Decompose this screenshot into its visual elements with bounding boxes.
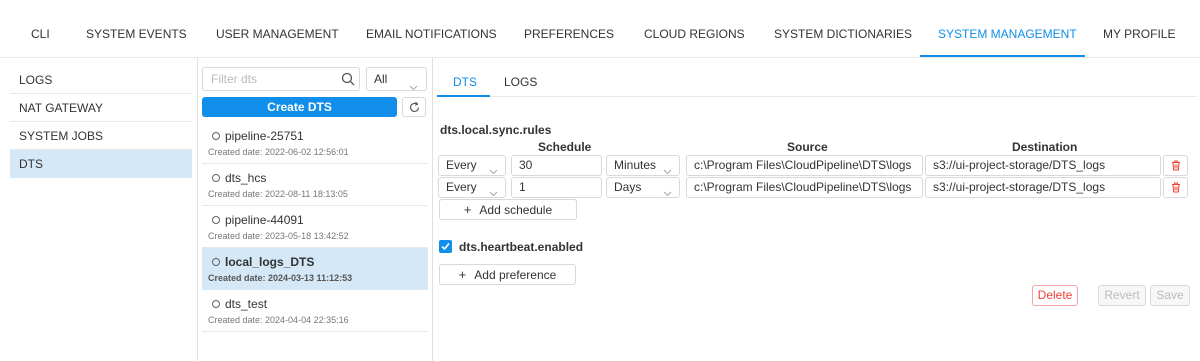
save-button[interactable]: Save <box>1150 285 1190 306</box>
sync-rules-title: dts.local.sync.rules <box>440 123 552 137</box>
status-circle-icon <box>212 174 220 182</box>
destination-input[interactable]: s3://ui-project-storage/DTS_logs <box>925 177 1161 198</box>
source-input[interactable]: c:\Program Files\CloudPipeline\DTS\logs <box>686 177 923 198</box>
active-subtab-indicator <box>437 95 490 97</box>
chevron-down-icon <box>409 76 418 98</box>
chevron-down-icon <box>663 162 672 175</box>
tab-dts[interactable]: DTS <box>453 75 477 89</box>
tab-system-events[interactable]: SYSTEM EVENTS <box>86 27 187 41</box>
status-circle-icon <box>212 216 220 224</box>
every-select-value: Every <box>446 158 477 172</box>
tab-cli[interactable]: CLI <box>31 27 50 41</box>
nav-item-dts[interactable]: DTS <box>10 150 192 178</box>
schedule-column-header: Schedule <box>538 140 592 154</box>
type-select-value: All <box>374 72 388 86</box>
delete-rule-button[interactable] <box>1163 177 1188 198</box>
search-icon[interactable] <box>341 72 355 86</box>
dts-name-text: dts_test <box>225 297 268 311</box>
delete-rule-button[interactable] <box>1163 155 1188 176</box>
dts-name-text: local_logs_DTS <box>225 255 315 269</box>
unit-select-value: Days <box>614 180 642 194</box>
heartbeat-checkbox[interactable] <box>439 240 452 253</box>
dts-name-text: pipeline-25751 <box>225 129 304 143</box>
active-tab-indicator <box>920 55 1085 57</box>
tab-cloud-regions[interactable]: CLOUD REGIONS <box>644 27 745 41</box>
sub-tabs: DTS LOGS <box>437 64 1197 97</box>
plus-icon: + <box>463 202 472 217</box>
chevron-down-icon <box>489 184 498 197</box>
interval-input[interactable]: 1 <box>511 177 602 198</box>
dts-list: pipeline-25751 Created date: 2022-06-02 … <box>202 122 428 332</box>
list-item[interactable]: pipeline-25751 Created date: 2022-06-02 … <box>202 122 428 164</box>
filter-input[interactable] <box>202 67 360 91</box>
divider <box>432 58 433 361</box>
list-item[interactable]: dts_hcs Created date: 2022-08-11 18:13:0… <box>202 164 428 206</box>
dts-created-date: Created date: 2024-04-04 22:35:16 <box>208 315 349 325</box>
add-schedule-button[interactable]: + Add schedule <box>439 199 577 220</box>
dts-created-date: Created date: 2022-08-11 18:13:05 <box>208 189 348 199</box>
dts-name: local_logs_DTS <box>212 255 314 269</box>
top-tabs: CLI SYSTEM EVENTS USER MANAGEMENT EMAIL … <box>0 0 1200 58</box>
unit-select[interactable]: Minutes <box>606 155 680 176</box>
nav-item-system-jobs[interactable]: SYSTEM JOBS <box>10 122 192 150</box>
every-select[interactable]: Every <box>438 155 506 176</box>
interval-input[interactable]: 30 <box>511 155 602 176</box>
unit-select-value: Minutes <box>614 158 657 172</box>
chevron-down-icon <box>489 162 498 175</box>
tab-system-management[interactable]: SYSTEM MANAGEMENT <box>938 27 1077 41</box>
tab-logs[interactable]: LOGS <box>504 75 537 89</box>
add-preference-button[interactable]: + Add preference <box>439 264 576 285</box>
type-select[interactable]: All <box>366 67 427 91</box>
chevron-down-icon <box>663 184 672 197</box>
dts-name: pipeline-44091 <box>212 213 304 227</box>
nav-item-nat-gateway[interactable]: NAT GATEWAY <box>10 94 192 122</box>
status-circle-icon <box>212 132 220 140</box>
dts-name: dts_hcs <box>212 171 266 185</box>
add-schedule-label: Add schedule <box>479 203 553 217</box>
list-item[interactable]: pipeline-44091 Created date: 2023-05-18 … <box>202 206 428 248</box>
destination-column-header: Destination <box>1012 140 1078 154</box>
tab-email-notifications[interactable]: EMAIL NOTIFICATIONS <box>366 27 497 41</box>
tab-preferences[interactable]: PREFERENCES <box>524 27 614 41</box>
delete-button[interactable]: Delete <box>1032 285 1078 306</box>
dts-name-text: pipeline-44091 <box>225 213 304 227</box>
dts-name-text: dts_hcs <box>225 171 267 185</box>
tab-user-management[interactable]: USER MANAGEMENT <box>216 27 339 41</box>
divider <box>197 58 198 361</box>
dts-created-date: Created date: 2022-06-02 12:56:01 <box>208 147 349 157</box>
refresh-button[interactable] <box>402 97 426 117</box>
dts-created-date: Created date: 2023-05-18 13:42:52 <box>208 231 349 241</box>
status-circle-icon <box>212 300 220 308</box>
every-select-value: Every <box>446 180 477 194</box>
dts-created-date: Created date: 2024-03-13 11:12:53 <box>208 273 353 283</box>
nav-item-logs[interactable]: LOGS <box>10 66 192 94</box>
list-item[interactable]: dts_test Created date: 2024-04-04 22:35:… <box>202 290 428 332</box>
status-circle-icon <box>212 258 220 266</box>
tab-my-profile[interactable]: MY PROFILE <box>1103 27 1175 41</box>
plus-icon: + <box>458 267 467 282</box>
unit-select[interactable]: Days <box>606 177 680 198</box>
source-column-header: Source <box>787 140 828 154</box>
source-input[interactable]: c:\Program Files\CloudPipeline\DTS\logs <box>686 155 923 176</box>
dts-name: pipeline-25751 <box>212 129 304 143</box>
add-preference-label: Add preference <box>474 268 557 282</box>
left-nav: LOGS NAT GATEWAY SYSTEM JOBS DTS <box>10 66 192 178</box>
list-item[interactable]: local_logs_DTS Created date: 2024-03-13 … <box>202 248 428 290</box>
create-dts-button[interactable]: Create DTS <box>202 97 397 117</box>
dts-name: dts_test <box>212 297 267 311</box>
heartbeat-label: dts.heartbeat.enabled <box>459 240 584 254</box>
destination-input[interactable]: s3://ui-project-storage/DTS_logs <box>925 155 1161 176</box>
revert-button[interactable]: Revert <box>1098 285 1146 306</box>
every-select[interactable]: Every <box>438 177 506 198</box>
tab-system-dictionaries[interactable]: SYSTEM DICTIONARIES <box>774 27 912 41</box>
